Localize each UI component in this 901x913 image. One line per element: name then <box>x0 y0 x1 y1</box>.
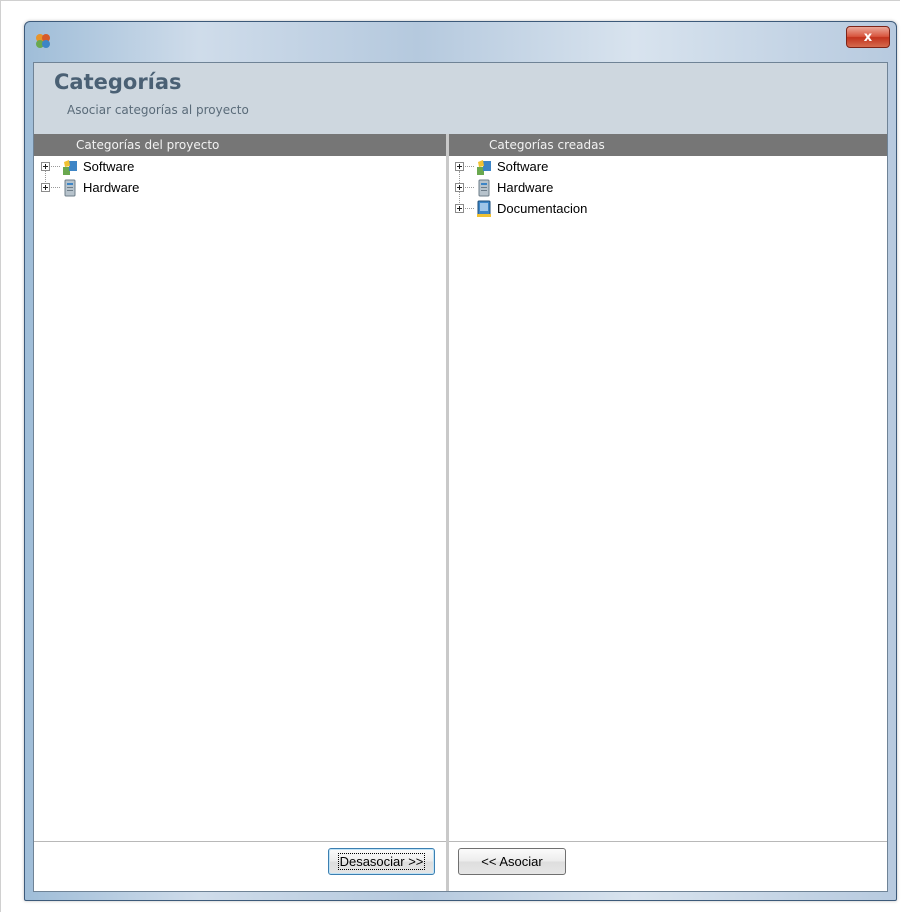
left-column-header: Categorías del proyecto <box>34 134 446 156</box>
software-icon <box>477 159 491 175</box>
hardware-icon <box>478 179 490 196</box>
close-button[interactable]: x <box>846 26 890 48</box>
desasociar-button[interactable]: Desasociar >> <box>328 848 435 875</box>
hardware-icon <box>64 179 76 196</box>
asociar-button[interactable]: << Asociar <box>458 848 566 875</box>
tree-node-label: Software <box>83 159 135 174</box>
tree-node-documentacion[interactable]: Documentacion <box>449 198 887 219</box>
tree-node-label: Hardware <box>497 180 554 195</box>
documentation-icon <box>477 200 491 217</box>
categorias-dialog: x Categorías Asociar categorías al proye… <box>24 21 897 901</box>
tree-node-label: Documentacion <box>497 201 588 216</box>
project-categories-tree[interactable]: Software Hardware <box>34 156 446 841</box>
tree-node-label: Hardware <box>83 180 140 195</box>
tree-branch-line <box>51 187 60 188</box>
software-icon <box>63 159 77 175</box>
tree-branch-line <box>465 208 474 209</box>
right-column-header: Categorías creadas <box>449 134 887 156</box>
desasociar-button-label: Desasociar >> <box>337 853 426 870</box>
header-panel: Categorías Asociar categorías al proyect… <box>34 63 887 135</box>
tree-node-hardware[interactable]: Hardware <box>34 177 446 198</box>
tree-node-hardware[interactable]: Hardware <box>449 177 887 198</box>
page-title: Categorías <box>54 70 182 94</box>
tree-node-label: Software <box>497 159 549 174</box>
page-subtitle: Asociar categorías al proyecto <box>67 103 249 117</box>
tree-branch-line <box>465 187 474 188</box>
right-footer: << Asociar <box>449 841 887 891</box>
tree-branch-line <box>51 166 60 167</box>
tree-branch-line <box>465 166 474 167</box>
tree-node-software[interactable]: Software <box>34 156 446 177</box>
dialog-client-area: Categorías Asociar categorías al proyect… <box>33 62 888 892</box>
title-bar[interactable]: x <box>25 22 896 60</box>
expand-icon[interactable] <box>41 183 50 192</box>
expand-icon[interactable] <box>41 162 50 171</box>
asociar-button-label: << Asociar <box>481 854 543 869</box>
expand-icon[interactable] <box>455 162 464 171</box>
expand-icon[interactable] <box>455 204 464 213</box>
app-icon <box>36 34 50 48</box>
left-footer: Desasociar >> <box>34 841 446 891</box>
created-categories-tree[interactable]: Software Hardware Documentacion <box>449 156 887 841</box>
expand-icon[interactable] <box>455 183 464 192</box>
tree-node-software[interactable]: Software <box>449 156 887 177</box>
